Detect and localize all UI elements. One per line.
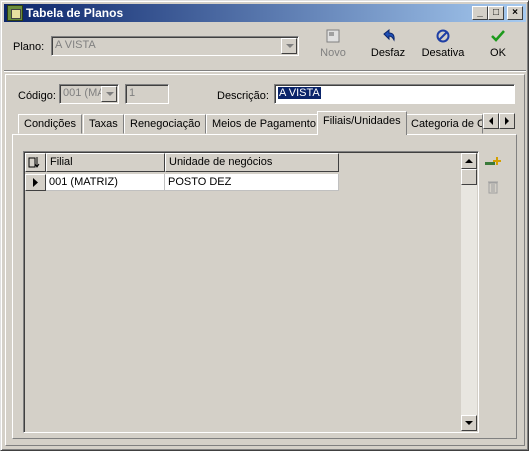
plano-label: Plano: <box>13 41 45 53</box>
arrow-down-icon <box>465 421 473 425</box>
tab-label: Filiais/Unidades <box>323 115 401 127</box>
novo-button[interactable]: Novo <box>314 29 352 59</box>
scroll-up-button[interactable] <box>461 153 477 169</box>
tab-label: Renegociação <box>130 118 201 130</box>
tab-renegociacao[interactable]: Renegociação <box>124 114 207 134</box>
codigo-label: Código: <box>18 90 56 102</box>
table-cell-filial[interactable]: 001 (MATRIZ) <box>46 174 165 191</box>
row-indicator[interactable] <box>25 174 46 191</box>
desfaz-button[interactable]: Desfaz <box>367 28 409 59</box>
current-row-icon <box>33 178 38 187</box>
column-header-unidade[interactable]: Unidade de negócios <box>165 153 339 172</box>
descricao-label: Descrição: <box>217 90 269 102</box>
column-header-label: Filial <box>50 156 73 168</box>
novo-label: Novo <box>320 47 346 59</box>
close-button[interactable]: × <box>507 6 523 20</box>
app-icon <box>7 5 23 21</box>
tab-taxas[interactable]: Taxas <box>83 114 124 134</box>
plano-value: A VISTA <box>55 39 96 51</box>
arrow-right-icon <box>505 117 509 125</box>
separator <box>4 70 526 72</box>
table-cell-unidade[interactable]: POSTO DEZ <box>165 174 339 191</box>
vertical-scrollbar[interactable] <box>461 153 477 431</box>
tab-categoria[interactable]: Categoria de C <box>405 114 483 134</box>
tab-label: Condições <box>24 118 76 130</box>
tab-label: Categoria de C <box>411 118 483 130</box>
plano-select[interactable]: A VISTA <box>51 36 299 56</box>
main-window: Tabela de Planos _ □ × Plano: A VISTA No… <box>0 0 529 451</box>
checkmark-icon <box>485 29 511 45</box>
desativa-label: Desativa <box>421 47 465 59</box>
column-header-label: Unidade de negócios <box>169 156 273 168</box>
tab-scroll-left-button[interactable] <box>483 113 499 129</box>
new-document-icon <box>314 29 352 45</box>
codigo-number: 1 <box>129 87 136 99</box>
grid-corner[interactable] <box>25 153 46 172</box>
prohibit-icon <box>419 29 467 45</box>
maximize-button[interactable]: □ <box>488 6 504 20</box>
codigo-select[interactable]: 001 (MA <box>59 84 119 104</box>
tab-meios-pagamento[interactable]: Meios de Pagamento <box>206 114 322 134</box>
add-row-icon <box>485 157 501 165</box>
column-header-filial[interactable]: Filial <box>46 153 165 172</box>
arrow-up-icon <box>465 159 473 163</box>
title-bar[interactable]: Tabela de Planos _ □ × <box>4 4 526 22</box>
desfaz-label: Desfaz <box>370 47 406 59</box>
trash-icon <box>488 181 498 194</box>
descricao-field[interactable]: A VISTA <box>274 84 515 104</box>
ok-button[interactable]: OK <box>485 29 511 59</box>
chevron-down-icon[interactable] <box>101 86 117 102</box>
tab-label: Taxas <box>89 118 118 130</box>
scroll-down-button[interactable] <box>461 415 477 431</box>
scroll-thumb[interactable] <box>461 169 477 185</box>
arrow-left-icon <box>489 117 493 125</box>
descricao-value: A VISTA <box>278 87 321 99</box>
tab-condicoes[interactable]: Condições <box>18 114 82 134</box>
grid[interactable] <box>23 151 479 433</box>
tab-scroll-right-button[interactable] <box>499 113 515 129</box>
delete-row-button[interactable] <box>485 178 501 196</box>
add-row-button[interactable] <box>484 154 502 172</box>
codigo-number-field[interactable]: 1 <box>125 84 169 104</box>
tab-filiais-unidades[interactable]: Filiais/Unidades <box>317 111 407 135</box>
ok-label: OK <box>490 47 506 59</box>
column-chooser-icon <box>28 157 40 168</box>
minimize-button[interactable]: _ <box>472 6 488 20</box>
chevron-down-icon[interactable] <box>281 38 297 54</box>
tab-label: Meios de Pagamento <box>212 118 316 130</box>
undo-icon <box>367 28 409 45</box>
codigo-value: 001 (MA <box>63 87 105 99</box>
desativa-button[interactable]: Desativa <box>419 29 467 59</box>
window-title: Tabela de Planos <box>26 6 124 20</box>
